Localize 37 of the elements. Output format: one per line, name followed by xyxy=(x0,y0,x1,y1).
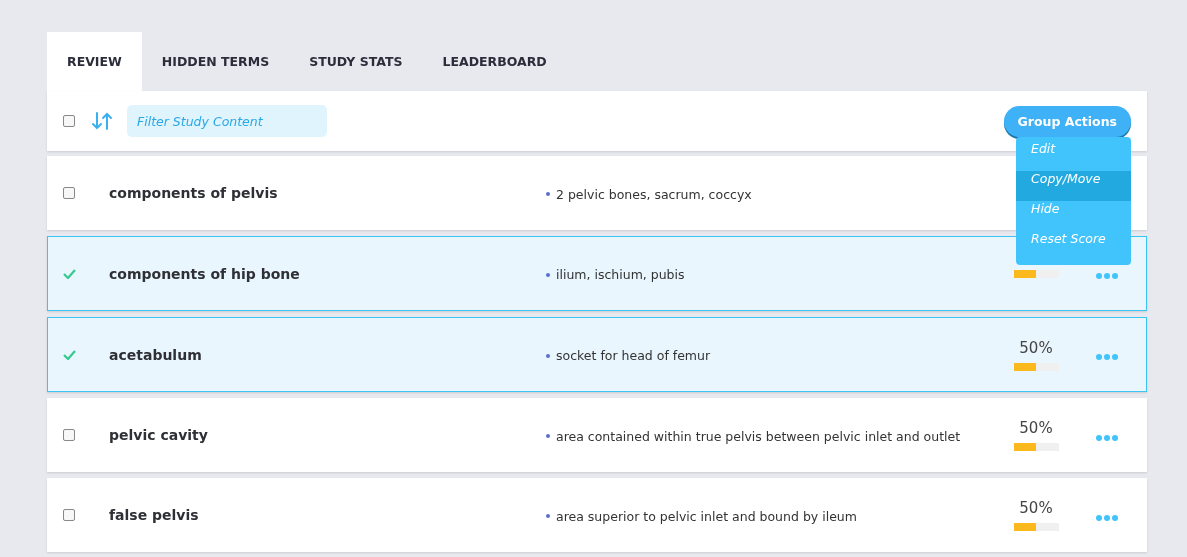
checkmark-icon[interactable] xyxy=(63,350,76,360)
bullet-icon xyxy=(546,514,550,518)
sort-icon[interactable] xyxy=(91,111,113,131)
definition-text: area superior to pelvic inlet and bound by ileum xyxy=(556,508,857,524)
bullet-icon xyxy=(546,272,550,277)
term-row[interactable]: false pelvis area superior to pelvic inlet and bound by ileum 50% xyxy=(47,478,1147,552)
definition-text: area contained within true pelvis between pelvic inlet and outlet xyxy=(556,428,961,444)
term-text: pelvic cavity xyxy=(109,427,209,443)
tab[interactable]: HIDDEN TERMS xyxy=(141,32,290,91)
row-checkbox[interactable] xyxy=(63,186,75,199)
bullet-icon xyxy=(546,434,550,438)
term-text: components of hip bone xyxy=(109,265,301,282)
more-icon[interactable] xyxy=(1096,434,1118,441)
more-icon[interactable] xyxy=(1096,514,1118,521)
row-checkbox[interactable] xyxy=(63,428,75,441)
score-percent: 50% xyxy=(1019,419,1053,437)
bullet-icon xyxy=(546,353,550,358)
filter-field[interactable]: Filter Study Content xyxy=(127,105,327,137)
definition-text: socket for head of femur xyxy=(556,348,711,363)
tab[interactable]: REVIEW xyxy=(47,32,142,91)
definition-text: 2 pelvic bones, sacrum, coccyx xyxy=(556,186,752,202)
term-text: components of pelvis xyxy=(109,185,279,201)
bullet-icon xyxy=(546,192,550,196)
term-row[interactable]: pelvic cavity area contained within true pelvis between pelvic inlet and outlet 50% xyxy=(47,398,1147,472)
score-percent: 50% xyxy=(1019,499,1053,517)
tab[interactable]: STUDY STATS xyxy=(289,32,423,91)
checkmark-icon[interactable] xyxy=(63,269,76,279)
select-all-checkbox[interactable] xyxy=(63,115,75,127)
score-percent: 50% xyxy=(1019,338,1053,357)
more-icon[interactable] xyxy=(1096,273,1118,279)
term-row[interactable]: acetabulum socket for head of femur 50% xyxy=(47,317,1147,392)
term-text: false pelvis xyxy=(109,507,200,523)
tab[interactable]: LEADERBOARD xyxy=(422,32,567,91)
row-checkbox[interactable] xyxy=(63,508,75,521)
term-text: acetabulum xyxy=(109,346,203,363)
more-icon[interactable] xyxy=(1096,354,1118,360)
definition-text: ilium, ischium, pubis xyxy=(556,267,685,282)
